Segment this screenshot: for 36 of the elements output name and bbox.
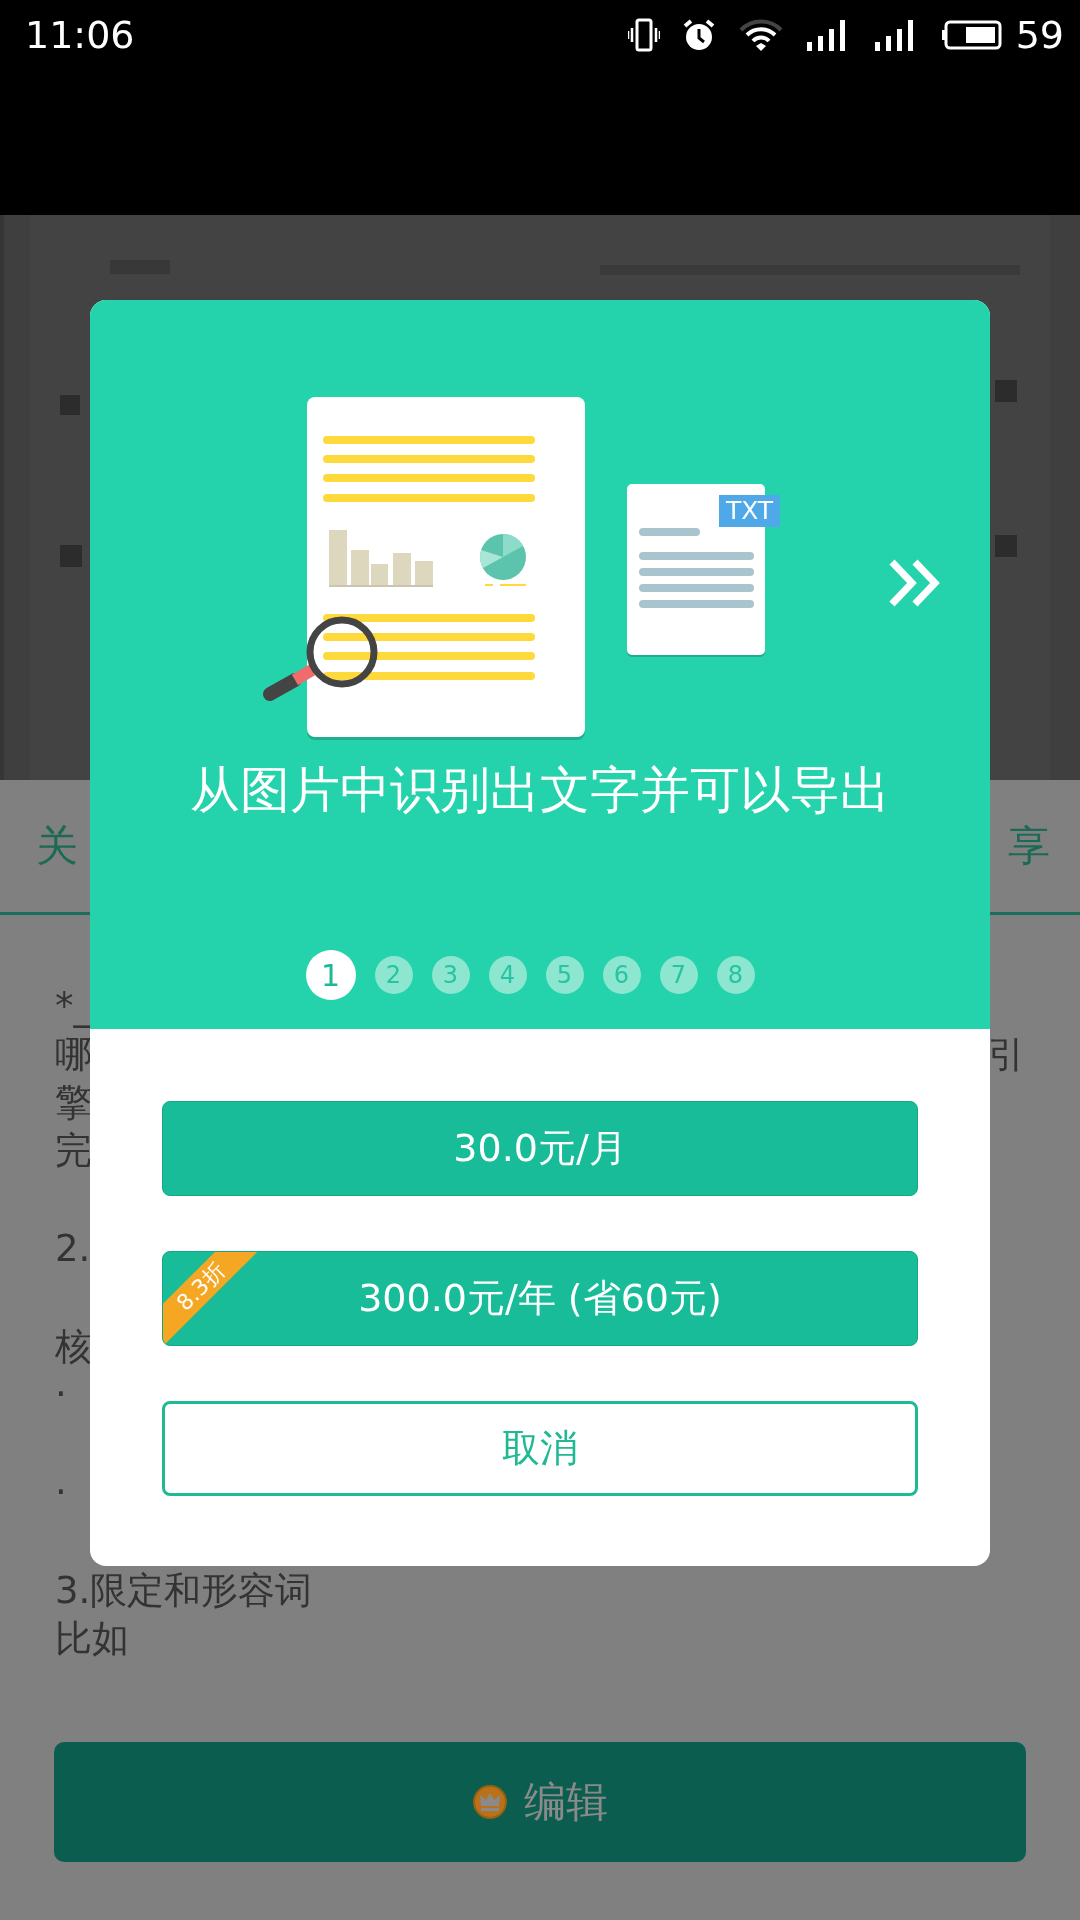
text-line: 引	[988, 1032, 1025, 1078]
text-line: 擎	[55, 1080, 93, 1126]
clock-time: 11:06	[25, 13, 135, 57]
battery-icon	[941, 20, 1002, 50]
magnifier-icon	[263, 616, 378, 701]
tab[interactable]: 享	[1008, 818, 1050, 874]
page-indicator[interactable]: 7	[659, 956, 698, 994]
edit-button[interactable]: 编辑	[54, 1742, 1026, 1862]
text-line: 2.	[55, 1226, 92, 1272]
page-indicator[interactable]: 6	[602, 956, 641, 994]
page-indicator[interactable]: 4	[488, 956, 527, 994]
cancel-button[interactable]: 取消	[162, 1401, 918, 1496]
text-line: *_	[55, 984, 93, 1030]
double-chevron-icon[interactable]	[888, 558, 940, 608]
alarm-icon	[681, 18, 716, 52]
page-indicator[interactable]: 8	[716, 956, 755, 994]
page-indicator[interactable]: 5	[545, 956, 584, 994]
text-line: ·	[55, 1470, 68, 1516]
plan-button[interactable]: 30.0元/月	[162, 1101, 918, 1196]
text-line: 3.限定和形容词	[55, 1568, 314, 1614]
plan-button[interactable]: 8.3折 300.0元/年 (省60元)	[162, 1251, 918, 1346]
text-line: 比如	[55, 1616, 130, 1662]
text-line: 哪	[55, 1032, 93, 1078]
battery-level: 59	[1015, 13, 1064, 57]
crown-icon	[472, 1784, 508, 1820]
text-line: ·	[55, 1372, 68, 1418]
tab[interactable]: 关	[36, 818, 78, 874]
text-line: 完	[55, 1128, 93, 1174]
wifi-icon	[737, 18, 784, 52]
page-indicator[interactable]: 1	[305, 950, 356, 1000]
file-type-label: TXT	[725, 496, 774, 525]
feature-caption: 从图片中识别出文字并可以导出	[189, 760, 891, 820]
text-line: 核	[55, 1324, 93, 1370]
page-indicator[interactable]: 2	[374, 956, 413, 994]
vibrate-icon	[627, 18, 660, 52]
page-indicator[interactable]: 3	[431, 956, 470, 994]
